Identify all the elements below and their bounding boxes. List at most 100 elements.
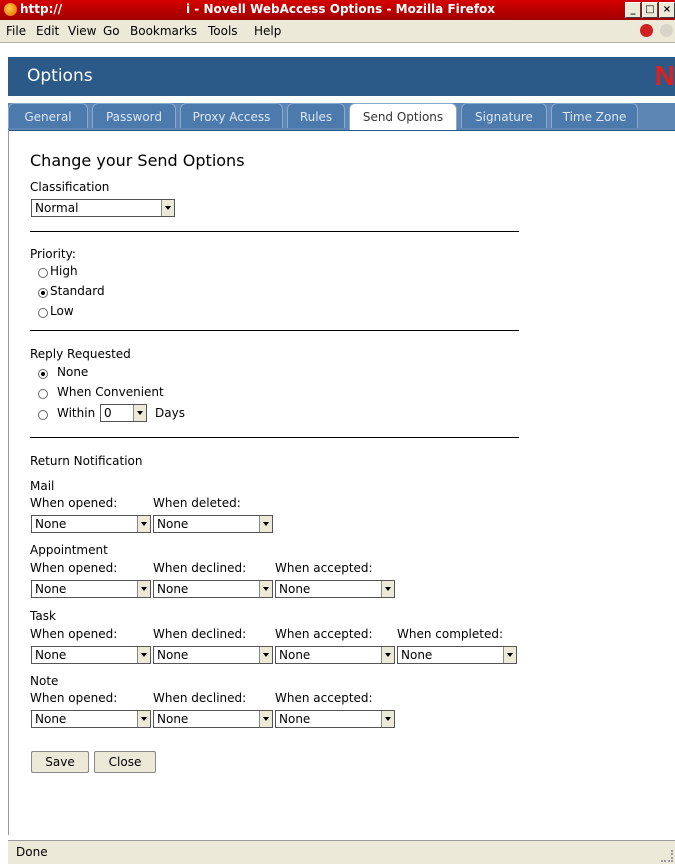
menu-tools[interactable]: Tools — [208, 24, 238, 38]
reply-none-radio[interactable] — [38, 369, 48, 379]
mail-deleted-label: When deleted: — [153, 496, 241, 510]
task-opened-select[interactable]: None — [31, 646, 151, 664]
priority-low-label: Low — [50, 304, 74, 318]
note-accepted-label: When accepted: — [275, 691, 373, 705]
chevron-down-icon — [137, 711, 150, 727]
tab-password[interactable]: Password — [92, 103, 176, 128]
priority-standard-label: Standard — [50, 284, 105, 298]
task-opened-label: When opened: — [30, 627, 118, 641]
reply-within-days-select[interactable]: 0 — [100, 404, 147, 422]
chevron-down-icon — [503, 647, 516, 663]
tab-general[interactable]: General — [8, 103, 88, 128]
reply-convenient-radio[interactable] — [38, 389, 48, 399]
chevron-down-icon — [137, 516, 150, 532]
menu-go[interactable]: Go — [103, 24, 120, 38]
classification-select[interactable]: Normal — [31, 199, 175, 217]
note-opened-label: When opened: — [30, 691, 118, 705]
menu-edit[interactable]: Edit — [36, 24, 59, 38]
save-button[interactable]: Save — [31, 751, 89, 773]
select-value: None — [35, 712, 67, 726]
select-value: None — [279, 582, 311, 596]
chevron-down-icon — [381, 647, 394, 663]
priority-low-radio[interactable] — [38, 308, 48, 318]
section-heading: Change your Send Options — [30, 151, 245, 170]
return-notification-label: Return Notification — [30, 454, 143, 468]
tab-send-options[interactable]: Send Options — [349, 103, 457, 130]
mail-opened-label: When opened: — [30, 496, 118, 510]
chevron-down-icon — [161, 200, 174, 216]
note-opened-select[interactable]: None — [31, 710, 151, 728]
priority-high-radio[interactable] — [38, 268, 48, 278]
select-value: None — [35, 582, 67, 596]
appointment-accepted-select[interactable]: None — [275, 580, 395, 598]
mail-opened-select[interactable]: None — [31, 515, 151, 533]
mail-label: Mail — [30, 479, 55, 493]
menu-file[interactable]: File — [6, 24, 26, 38]
priority-standard-radio[interactable] — [38, 288, 48, 298]
classification-value: Normal — [35, 201, 79, 215]
menu-help[interactable]: Help — [254, 24, 281, 38]
appointment-declined-select[interactable]: None — [153, 580, 273, 598]
divider — [30, 231, 519, 232]
select-value: None — [157, 712, 189, 726]
divider — [30, 330, 519, 331]
select-value: None — [157, 648, 189, 662]
appointment-declined-label: When declined: — [153, 561, 247, 575]
tab-time-zone[interactable]: Time Zone — [551, 103, 638, 128]
appointment-opened-label: When opened: — [30, 561, 118, 575]
priority-high-label: High — [50, 264, 78, 278]
reply-none-label: None — [57, 365, 89, 379]
note-label: Note — [30, 674, 59, 688]
close-icon[interactable]: × — [659, 2, 675, 18]
stop-icon[interactable] — [640, 24, 653, 37]
maximize-icon[interactable]: □ — [642, 2, 658, 18]
reply-within-label: Within — [57, 406, 96, 420]
window-titlebar: http:// i - Novell WebAccess Options - M… — [0, 0, 675, 20]
tab-bar: General Password Proxy Access Rules Send… — [8, 103, 675, 131]
tab-signature[interactable]: Signature — [461, 103, 547, 128]
task-declined-select[interactable]: None — [153, 646, 273, 664]
chevron-down-icon — [259, 516, 272, 532]
reply-within-value: 0 — [104, 406, 112, 420]
task-completed-label: When completed: — [397, 627, 503, 641]
appointment-opened-select[interactable]: None — [31, 580, 151, 598]
select-value: None — [401, 648, 433, 662]
status-text: Done — [16, 845, 48, 859]
note-accepted-select[interactable]: None — [275, 710, 395, 728]
reply-requested-label: Reply Requested — [30, 347, 131, 361]
select-value: None — [157, 517, 189, 531]
chevron-down-icon — [259, 581, 272, 597]
select-value: None — [279, 648, 311, 662]
content-frame — [8, 130, 675, 835]
menu-bookmarks[interactable]: Bookmarks — [130, 24, 197, 38]
select-value: None — [35, 648, 67, 662]
task-label: Task — [30, 609, 56, 623]
chevron-down-icon — [381, 711, 394, 727]
reply-convenient-label: When Convenient — [57, 385, 164, 399]
note-declined-label: When declined: — [153, 691, 247, 705]
menubar: File Edit View Go Bookmarks Tools Help — [0, 20, 675, 43]
title-url: http:// — [20, 2, 63, 16]
tab-rules[interactable]: Rules — [287, 103, 345, 128]
appointment-accepted-label: When accepted: — [275, 561, 373, 575]
close-button[interactable]: Close — [94, 751, 156, 773]
menu-view[interactable]: View — [68, 24, 96, 38]
task-accepted-select[interactable]: None — [275, 646, 395, 664]
select-value: None — [35, 517, 67, 531]
note-declined-select[interactable]: None — [153, 710, 273, 728]
select-value: None — [157, 582, 189, 596]
task-completed-select[interactable]: None — [397, 646, 517, 664]
chevron-down-icon — [259, 711, 272, 727]
chevron-down-icon — [137, 581, 150, 597]
divider — [30, 437, 519, 438]
mail-deleted-select[interactable]: None — [153, 515, 273, 533]
window-controls: _ □ × — [625, 2, 675, 18]
resize-grip-icon[interactable] — [661, 850, 673, 862]
task-declined-label: When declined: — [153, 627, 247, 641]
minimize-icon[interactable]: _ — [625, 2, 641, 18]
tab-proxy-access[interactable]: Proxy Access — [180, 103, 283, 128]
chevron-down-icon — [137, 647, 150, 663]
reply-within-radio[interactable] — [38, 410, 48, 420]
throbber-icon — [660, 24, 673, 37]
chevron-down-icon — [133, 405, 146, 421]
